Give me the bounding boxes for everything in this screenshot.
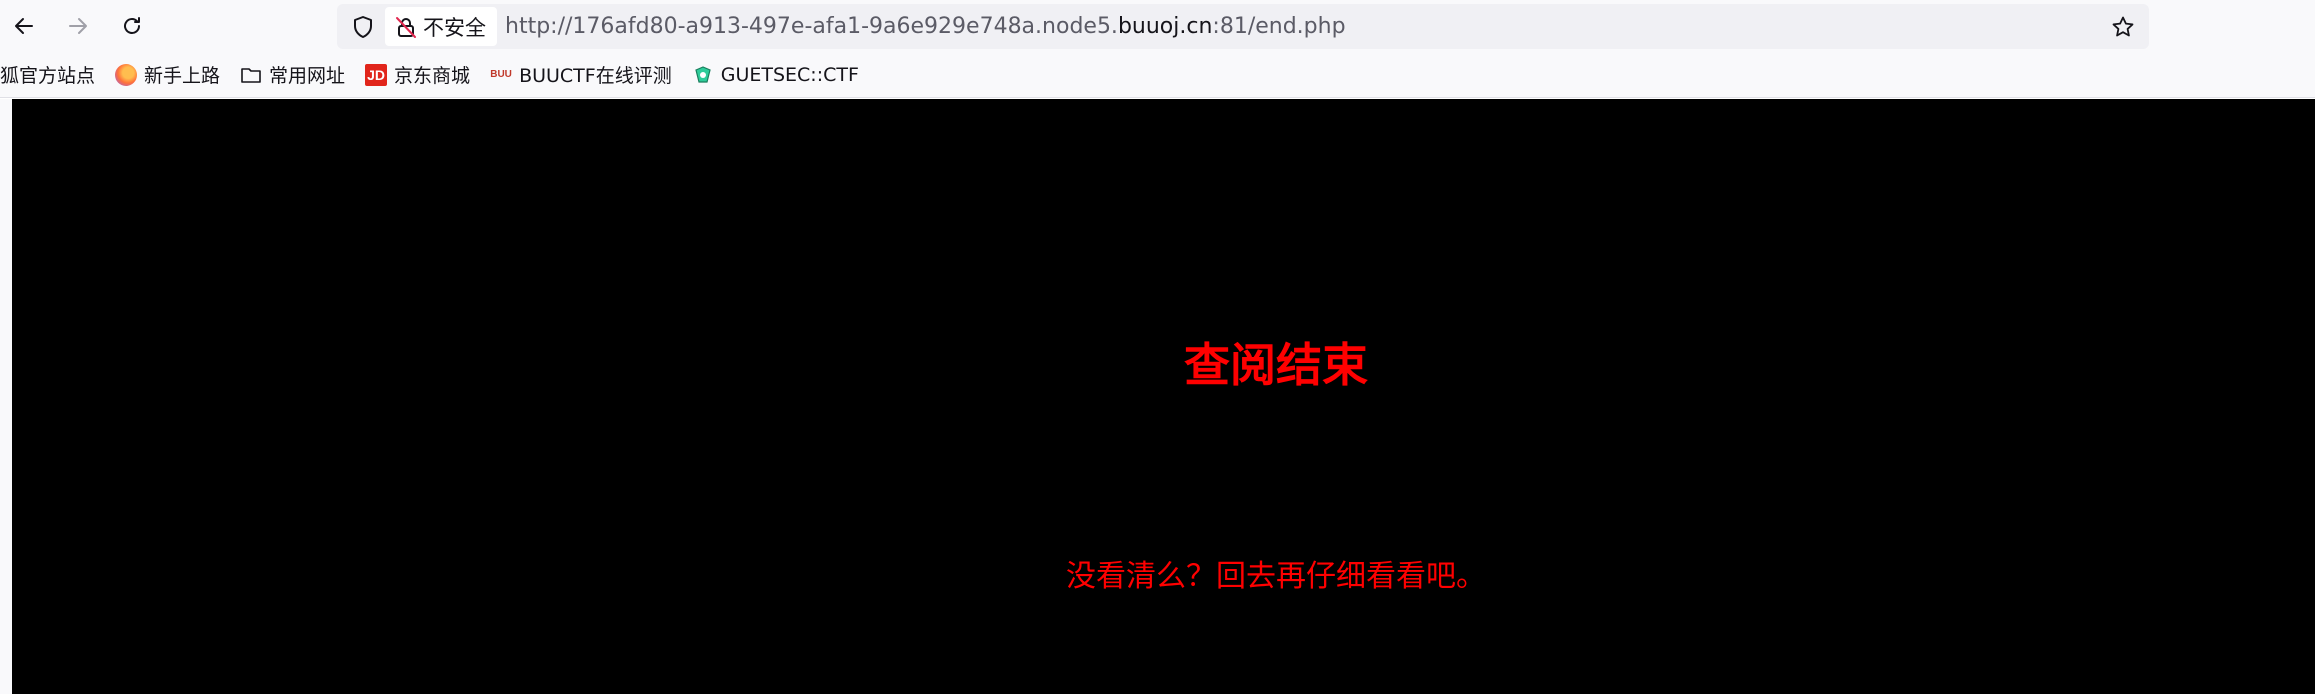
- back-button[interactable]: [6, 8, 42, 44]
- star-icon: [2112, 16, 2134, 36]
- bookmark-item[interactable]: 狐官方站点: [0, 52, 105, 98]
- jd-icon: JD: [365, 63, 388, 86]
- url-suffix: :81/end.php: [1212, 14, 1346, 39]
- security-label: 不安全: [423, 15, 486, 40]
- url-bar[interactable]: 不安全 http://176afd80-a913-497e-afa1-9a6e9…: [337, 4, 2149, 49]
- insecure-lock-icon: [396, 16, 416, 38]
- tracking-protection-button[interactable]: [345, 4, 381, 49]
- bookmark-folder[interactable]: 常用网址: [230, 52, 355, 98]
- folder-icon: [241, 67, 261, 83]
- page-heading: 查阅结束: [1184, 338, 1368, 392]
- bookmark-label: BUUCTF在线评测: [519, 65, 672, 87]
- forward-button[interactable]: [60, 8, 96, 44]
- bookmark-label: GUETSEC::CTF: [720, 63, 859, 86]
- bookmark-label: 京东商城: [394, 65, 471, 87]
- bookmark-item[interactable]: GUETSEC::CTF: [682, 52, 869, 98]
- bookmark-item[interactable]: JD 京东商城: [355, 52, 480, 98]
- shield-icon: [354, 15, 372, 38]
- bookmark-label: 狐官方站点: [0, 65, 96, 87]
- page-content: 查阅结束 没看清么？回去再仔细看看吧。: [12, 99, 2315, 694]
- sidebar-gutter: [0, 99, 12, 694]
- site-security-indicator[interactable]: 不安全: [385, 7, 497, 46]
- bookmark-item[interactable]: BUU BUUCTF在线评测: [480, 52, 682, 98]
- buuctf-icon: BUU: [490, 69, 512, 80]
- browser-toolbar: 不安全 http://176afd80-a913-497e-afa1-9a6e9…: [0, 0, 2315, 52]
- page-message: 没看清么？回去再仔细看看吧。: [1066, 559, 1486, 594]
- guetsec-icon: [695, 65, 711, 83]
- url-host: buuoj.cn: [1117, 14, 1213, 39]
- reload-button[interactable]: [114, 8, 150, 44]
- bookmark-label: 新手上路: [144, 65, 221, 87]
- bookmark-page-button[interactable]: [2105, 4, 2141, 49]
- arrow-right-icon: [69, 18, 87, 34]
- url-text[interactable]: http://176afd80-a913-497e-afa1-9a6e929e7…: [505, 4, 1346, 49]
- bookmark-label: 常用网址: [269, 65, 346, 87]
- bookmark-item[interactable]: 新手上路: [105, 52, 230, 98]
- bookmarks-toolbar: 狐官方站点 新手上路 常用网址 JD 京东商城 BUU BUUCTF在线评测 G…: [0, 52, 2315, 98]
- url-prefix: http://176afd80-a913-497e-afa1-9a6e929e7…: [505, 14, 1118, 39]
- firefox-icon: [115, 63, 138, 86]
- arrow-left-icon: [15, 18, 33, 34]
- reload-icon: [124, 17, 140, 34]
